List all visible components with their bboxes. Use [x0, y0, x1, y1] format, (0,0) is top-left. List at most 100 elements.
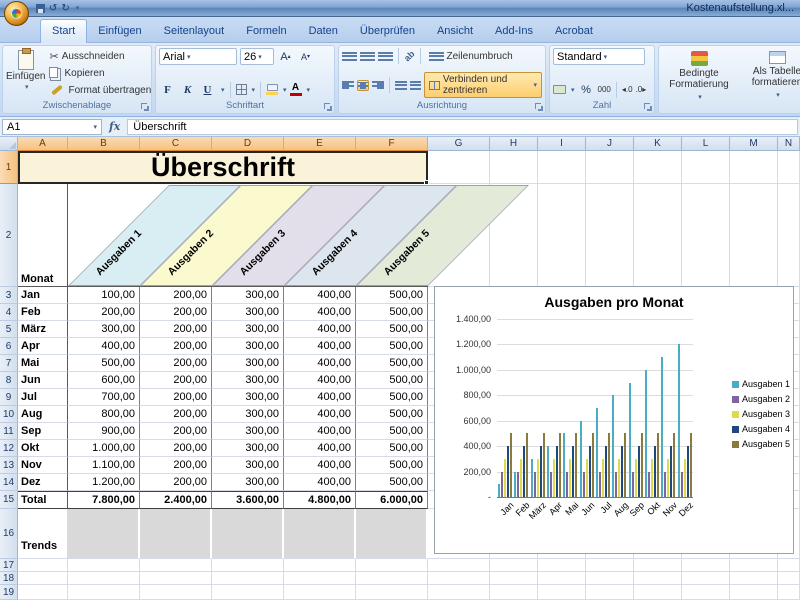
redo-icon[interactable]: ↻ — [61, 3, 69, 14]
bar[interactable] — [661, 357, 663, 497]
bar[interactable] — [569, 459, 571, 497]
total-cell[interactable]: 7.800,00 — [68, 491, 140, 509]
cell[interactable] — [634, 572, 682, 585]
value-cell[interactable]: 300,00 — [212, 389, 284, 406]
month-cell[interactable]: Sep — [18, 423, 68, 440]
bar[interactable] — [664, 472, 666, 497]
bar[interactable] — [517, 472, 519, 497]
bar[interactable] — [592, 433, 594, 497]
bar[interactable] — [605, 446, 607, 497]
bar[interactable] — [621, 446, 623, 497]
percent-button[interactable]: % — [578, 81, 595, 98]
cell[interactable] — [538, 585, 586, 600]
wrap-text-button[interactable]: Zeilenumbruch — [426, 50, 516, 63]
orientation-icon[interactable]: ab — [402, 49, 417, 64]
cell[interactable] — [140, 559, 212, 572]
trend-cell[interactable] — [284, 509, 356, 559]
bar[interactable] — [566, 472, 568, 497]
total-cell[interactable]: 6.000,00 — [356, 491, 428, 509]
value-cell[interactable]: 200,00 — [140, 304, 212, 321]
value-cell[interactable]: 200,00 — [140, 457, 212, 474]
month-cell[interactable]: März — [18, 321, 68, 338]
cell[interactable] — [18, 585, 68, 600]
bar[interactable] — [580, 421, 582, 497]
dialog-launcher-icon[interactable] — [324, 103, 332, 111]
column-header-B[interactable]: B — [68, 137, 140, 151]
bar[interactable] — [612, 395, 614, 497]
tab--berpr-fen[interactable]: Überprüfen — [349, 20, 426, 42]
copy-button[interactable]: Kopieren — [49, 65, 151, 81]
value-cell[interactable]: 400,00 — [284, 389, 356, 406]
conditional-formatting-button[interactable]: Bedingte Formatierung ▾ — [662, 48, 736, 103]
dialog-launcher-icon[interactable] — [141, 103, 149, 111]
cell[interactable] — [212, 572, 284, 585]
borders-dropdown-icon[interactable]: ▾ — [252, 86, 256, 94]
value-cell[interactable]: 400,00 — [284, 423, 356, 440]
value-cell[interactable]: 900,00 — [68, 423, 140, 440]
cell[interactable] — [730, 559, 778, 572]
cell[interactable] — [212, 559, 284, 572]
bar[interactable] — [602, 459, 604, 497]
total-cell[interactable]: 2.400,00 — [140, 491, 212, 509]
select-all-corner[interactable] — [0, 137, 18, 151]
currency-dropdown-icon[interactable]: ▾ — [571, 86, 575, 94]
value-cell[interactable]: 300,00 — [212, 423, 284, 440]
value-cell[interactable]: 200,00 — [140, 321, 212, 338]
value-cell[interactable]: 200,00 — [140, 389, 212, 406]
bar[interactable] — [507, 446, 509, 497]
bar[interactable] — [673, 433, 675, 497]
grow-font-button[interactable]: A▴ — [277, 48, 294, 65]
row-header-19[interactable]: 19 — [0, 585, 18, 600]
month-cell[interactable]: Aug — [18, 406, 68, 423]
align-bottom-icon[interactable] — [378, 51, 393, 62]
bar[interactable] — [504, 459, 506, 497]
bar[interactable] — [514, 472, 516, 497]
value-cell[interactable]: 400,00 — [284, 321, 356, 338]
row-header-3[interactable]: 3 — [0, 287, 18, 304]
bar[interactable] — [553, 459, 555, 497]
value-cell[interactable]: 300,00 — [68, 321, 140, 338]
trend-cell[interactable] — [356, 509, 428, 559]
cell[interactable] — [284, 559, 356, 572]
decrease-indent-icon[interactable] — [395, 80, 407, 91]
month-cell[interactable]: Nov — [18, 457, 68, 474]
bar[interactable] — [681, 472, 683, 497]
cell[interactable] — [428, 151, 490, 184]
bar[interactable] — [540, 446, 542, 497]
bar[interactable] — [629, 383, 631, 497]
office-button[interactable] — [4, 1, 29, 26]
bar[interactable] — [667, 459, 669, 497]
value-cell[interactable]: 500,00 — [356, 389, 428, 406]
row-header-4[interactable]: 4 — [0, 304, 18, 321]
bar[interactable] — [654, 446, 656, 497]
value-cell[interactable]: 200,00 — [140, 372, 212, 389]
fill-handle[interactable] — [424, 180, 429, 185]
cell[interactable] — [778, 572, 800, 585]
column-header-D[interactable]: D — [212, 137, 284, 151]
value-cell[interactable]: 400,00 — [284, 355, 356, 372]
tab-ansicht[interactable]: Ansicht — [426, 20, 484, 42]
value-cell[interactable]: 400,00 — [284, 304, 356, 321]
cell[interactable] — [284, 585, 356, 600]
thousands-button[interactable]: 000 — [598, 85, 611, 94]
cell[interactable] — [730, 151, 778, 184]
bar[interactable] — [547, 446, 549, 497]
value-cell[interactable]: 1.200,00 — [68, 474, 140, 491]
value-cell[interactable]: 200,00 — [140, 338, 212, 355]
cell[interactable] — [356, 585, 428, 600]
cell[interactable] — [284, 572, 356, 585]
value-cell[interactable]: 500,00 — [356, 457, 428, 474]
row-header-12[interactable]: 12 — [0, 440, 18, 457]
increase-indent-icon[interactable] — [410, 80, 422, 91]
row-header-14[interactable]: 14 — [0, 474, 18, 491]
value-cell[interactable]: 300,00 — [212, 406, 284, 423]
bar[interactable] — [534, 472, 536, 497]
cell[interactable] — [730, 572, 778, 585]
bar[interactable] — [523, 446, 525, 497]
cut-button[interactable]: ✂ Ausschneiden — [49, 48, 151, 64]
merge-center-button[interactable]: Verbinden und zentrieren ▾ — [424, 72, 542, 98]
row-header-7[interactable]: 7 — [0, 355, 18, 372]
cell[interactable] — [682, 585, 730, 600]
align-center-icon[interactable] — [357, 80, 369, 91]
value-cell[interactable]: 200,00 — [140, 423, 212, 440]
